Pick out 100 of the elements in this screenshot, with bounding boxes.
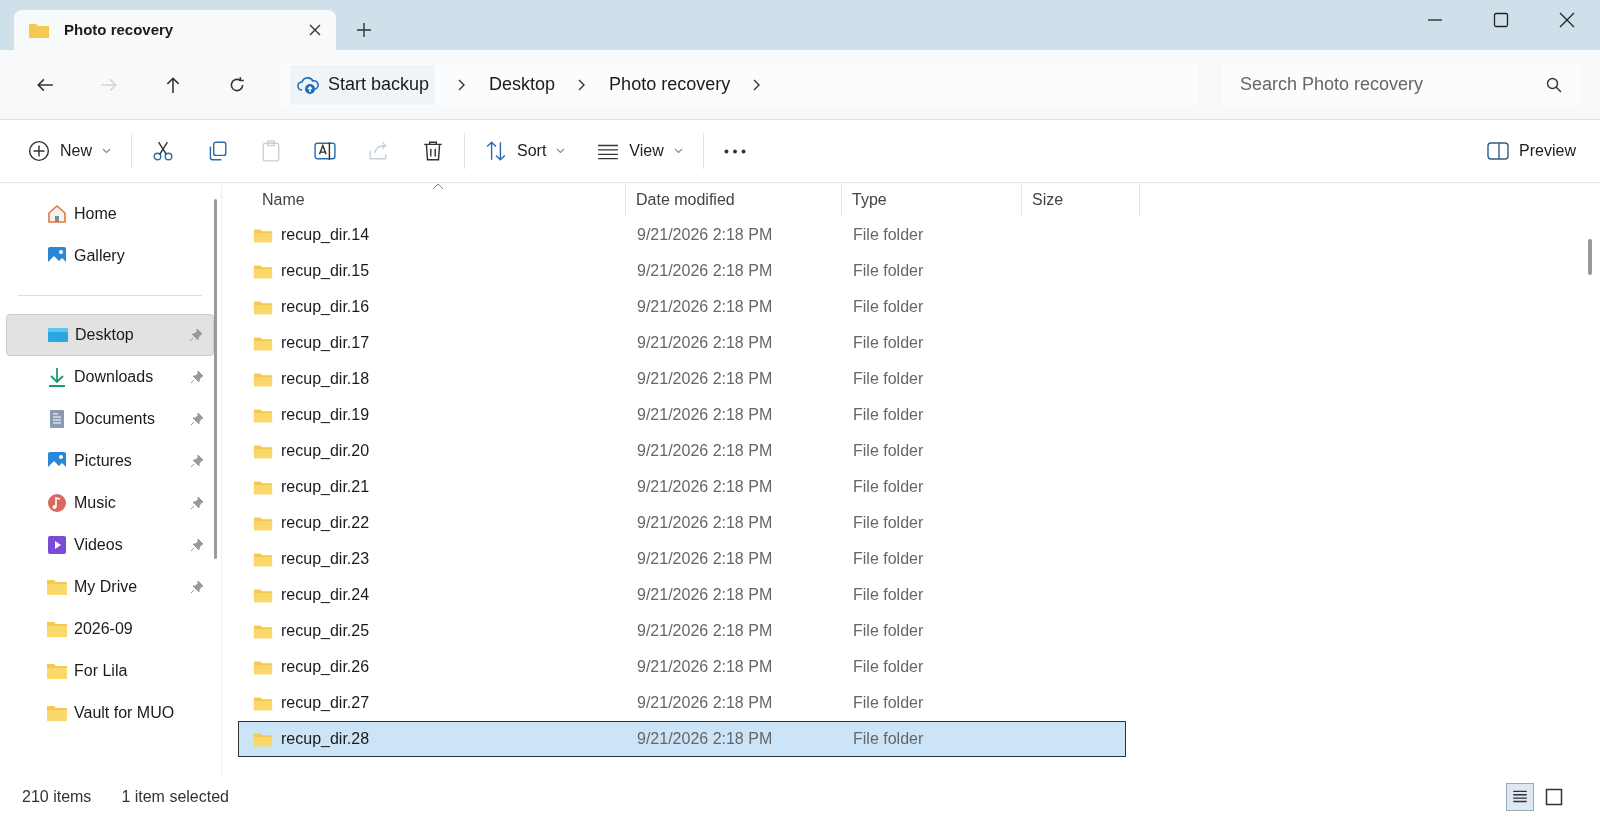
date-cell-text: 9/21/2026 2:18 PM [636,333,774,353]
date-cell-text: 9/21/2026 2:18 PM [636,477,774,497]
date-cell-text: 9/21/2026 2:18 PM [636,225,774,245]
file-row[interactable]: recup_dir.26 9/21/2026 2:18 PM File folder [238,649,1126,685]
picture-icon [46,245,68,267]
plus-circle-icon [28,140,50,162]
sidebar-item[interactable]: 2026-09 [6,608,214,650]
column-header[interactable]: Date modified [626,183,842,217]
date-cell-text: 9/21/2026 2:18 PM [636,369,774,389]
date-cell-text: 9/21/2026 2:18 PM [636,585,774,605]
type-cell-text: File folder [852,585,925,605]
rename-icon [314,140,336,162]
up-arrow-icon[interactable] [164,75,182,94]
sidebar-item[interactable]: Music [6,482,214,524]
view-button[interactable]: View [585,129,695,173]
file-name: recup_dir.17 [281,333,370,353]
type-cell-text: File folder [852,693,925,713]
date-cell-text: 9/21/2026 2:18 PM [636,441,774,461]
date-cell-text: 9/21/2026 2:18 PM [636,513,774,533]
file-name: recup_dir.21 [281,477,370,497]
column-header[interactable]: Name [252,183,626,217]
file-name: recup_dir.27 [281,693,370,713]
file-row[interactable]: recup_dir.16 9/21/2026 2:18 PM File folder [238,289,1126,325]
file-name: recup_dir.28 [281,729,370,749]
file-name: recup_dir.15 [281,261,370,281]
scrollbar[interactable] [214,199,217,559]
sidebar-item[interactable]: Documents [6,398,214,440]
preview-button[interactable]: Preview [1475,133,1588,169]
column-header[interactable]: Size [1022,183,1140,217]
sort-caret-icon [432,183,444,190]
breadcrumb-item[interactable]: Desktop [489,71,556,98]
video-icon [46,534,68,556]
pin-icon [190,496,204,510]
date-cell-text: 9/21/2026 2:18 PM [636,261,774,281]
file-row[interactable]: recup_dir.21 9/21/2026 2:18 PM File folder [238,469,1126,505]
sidebar-item[interactable]: Gallery [6,235,214,277]
sidebar-item[interactable]: My Drive [6,566,214,608]
type-cell-text: File folder [852,297,925,317]
file-name: recup_dir.25 [281,621,370,641]
address-bar[interactable]: Start backup Desktop Photo recovery [280,63,1198,106]
close-icon[interactable] [1559,12,1575,28]
date-cell-text: 9/21/2026 2:18 PM [636,549,774,569]
file-row[interactable]: recup_dir.20 9/21/2026 2:18 PM File folder [238,433,1126,469]
file-row[interactable]: recup_dir.25 9/21/2026 2:18 PM File folder [238,613,1126,649]
scrollbar[interactable] [1588,239,1592,275]
sidebar-item[interactable]: Desktop [6,314,214,356]
column-header[interactable]: Type [842,183,1022,217]
maximize-icon[interactable] [1493,12,1509,28]
type-cell-text: File folder [852,225,925,245]
file-name: recup_dir.19 [281,405,370,425]
file-row[interactable]: recup_dir.15 9/21/2026 2:18 PM File folder [238,253,1126,289]
close-icon[interactable] [308,23,322,37]
details-view-icon[interactable] [1506,783,1534,811]
sidebar-item[interactable]: Home [6,193,214,235]
pin-icon [190,580,204,594]
file-row[interactable]: recup_dir.24 9/21/2026 2:18 PM File folder [238,577,1126,613]
search-field[interactable]: Search Photo recovery [1222,63,1580,106]
sort-arrows-icon [485,140,507,162]
date-cell-text: 9/21/2026 2:18 PM [636,405,774,425]
window-tab[interactable]: Photo recovery [14,10,336,50]
tab-title: Photo recovery [64,19,175,40]
file-row[interactable]: recup_dir.17 9/21/2026 2:18 PM File folder [238,325,1126,361]
search-icon [1546,76,1562,93]
sidebar-item[interactable]: Pictures [6,440,214,482]
sidebar-item[interactable]: Vault for MUO [6,692,214,734]
sort-button[interactable]: Sort [473,129,578,173]
type-cell-text: File folder [852,405,925,425]
file-name: recup_dir.26 [281,657,370,677]
file-row[interactable]: recup_dir.18 9/21/2026 2:18 PM File folder [238,361,1126,397]
refresh-icon[interactable] [228,75,246,94]
file-row[interactable]: recup_dir.23 9/21/2026 2:18 PM File folder [238,541,1126,577]
type-cell-text: File folder [852,513,925,533]
type-cell-text: File folder [852,657,925,677]
sidebar-item[interactable]: Downloads [6,356,214,398]
sidebar-item[interactable]: For Lila [6,650,214,692]
file-name: recup_dir.24 [281,585,370,605]
download-arrow-icon [46,366,68,388]
date-cell-text: 9/21/2026 2:18 PM [636,297,774,317]
type-cell-text: File folder [852,261,925,281]
pin-icon [190,538,204,552]
type-cell-text: File folder [852,477,925,497]
preview-pane-icon [1487,142,1510,160]
new-tab-icon[interactable] [356,22,372,38]
sidebar-item[interactable]: Videos [6,524,214,566]
item-count: 210 items [22,787,92,807]
file-row[interactable]: recup_dir.19 9/21/2026 2:18 PM File folder [238,397,1126,433]
breadcrumb-item[interactable]: Photo recovery [609,71,731,98]
file-row[interactable]: recup_dir.27 9/21/2026 2:18 PM File folder [238,685,1126,721]
file-row[interactable]: recup_dir.28 9/21/2026 2:18 PM File folder [238,721,1126,757]
picture-icon [46,450,68,472]
file-row[interactable]: recup_dir.22 9/21/2026 2:18 PM File folder [238,505,1126,541]
date-cell-text: 9/21/2026 2:18 PM [636,621,774,641]
type-cell-text: File folder [852,621,925,641]
cloud-upload-icon [296,74,320,95]
file-name: recup_dir.14 [281,225,370,245]
share-icon [368,140,390,162]
file-row[interactable]: recup_dir.14 9/21/2026 2:18 PM File folder [238,217,1126,253]
file-name: recup_dir.18 [281,369,370,389]
pin-icon [190,412,204,426]
new-button[interactable]: New [16,129,123,173]
